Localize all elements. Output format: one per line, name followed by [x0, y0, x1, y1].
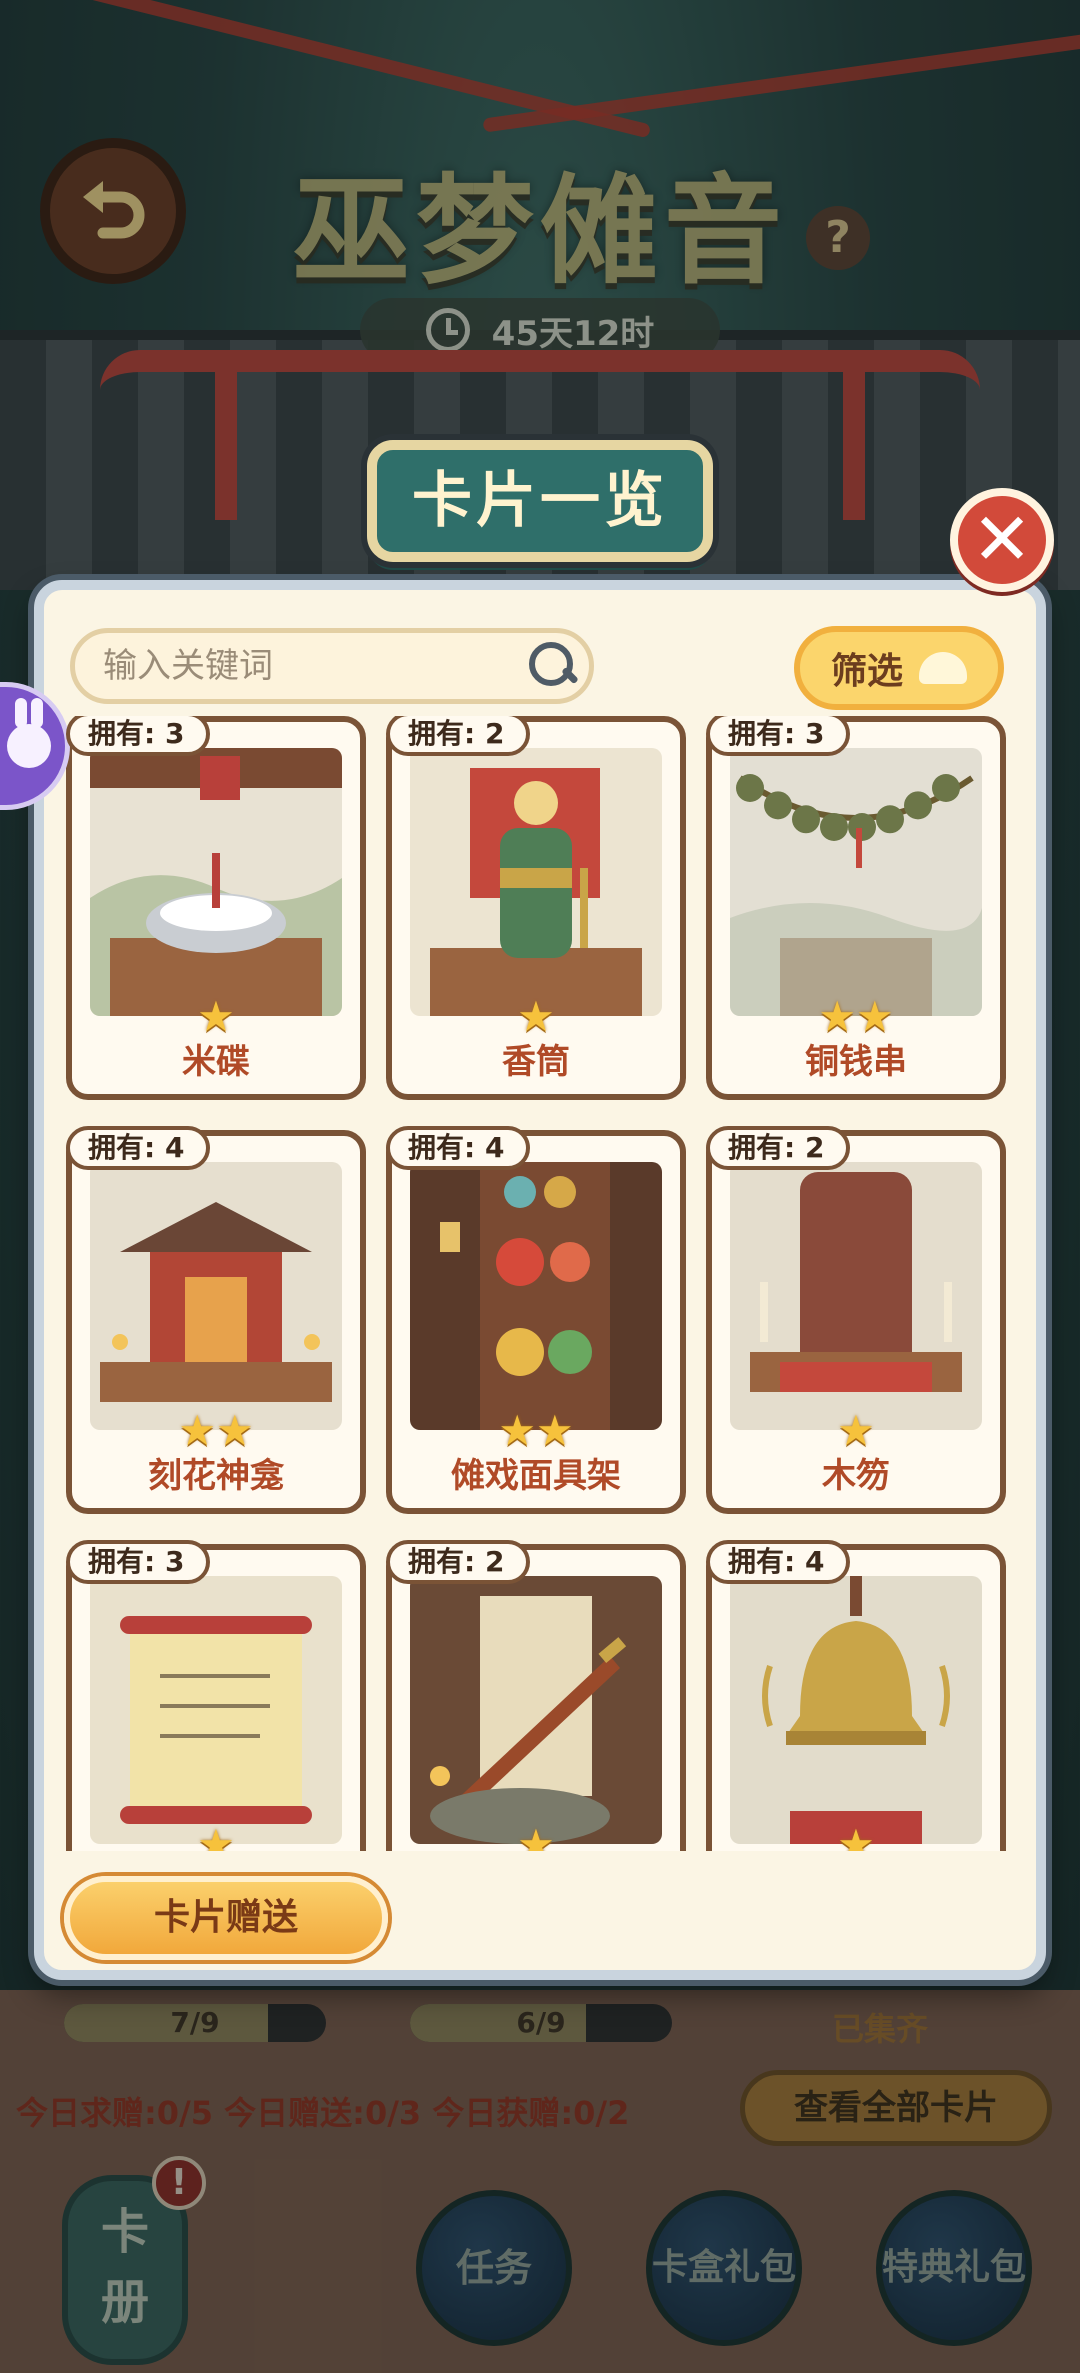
card-art: [90, 748, 342, 1016]
filter-button[interactable]: 筛选: [794, 626, 1004, 710]
collection-card[interactable]: 拥有: 3 ★: [66, 1540, 366, 1851]
card-name: 傩戏面具架: [451, 1456, 621, 1496]
owned-count-badge: 拥有: 2: [706, 1126, 851, 1170]
bell-image: [730, 1576, 982, 1844]
star-rating: ★★: [818, 992, 894, 1041]
card-art: [730, 1576, 982, 1844]
star-rating: ★: [197, 992, 235, 1041]
card-art: [730, 1162, 982, 1430]
card-name: 米碟: [182, 1042, 250, 1082]
gift-card-button[interactable]: 卡片赠送: [64, 1876, 388, 1960]
owned-count-badge: 拥有: 3: [706, 716, 851, 756]
cloud-caret-icon: [919, 652, 967, 684]
card-art: [410, 1576, 662, 1844]
close-button[interactable]: ✕: [950, 488, 1054, 592]
card-name: 刻花神龛: [148, 1456, 284, 1496]
rice-bowl-image: [90, 748, 342, 1016]
owned-count-badge: 拥有: 4: [386, 1126, 531, 1170]
star-rating: ★★: [498, 1406, 574, 1455]
search-icon[interactable]: [527, 640, 573, 692]
card-name: 香筒: [502, 1042, 570, 1082]
star-rating: ★★: [178, 1406, 254, 1455]
collection-card[interactable]: 拥有: 3 ★★ 铜钱串: [706, 716, 1006, 1100]
card-art: [90, 1162, 342, 1430]
modal-title: 卡片一览: [367, 440, 713, 562]
coin-string-image: [730, 748, 982, 1016]
card-art: [90, 1576, 342, 1844]
card-art: [410, 1162, 662, 1430]
owned-count-badge: 拥有: 3: [66, 1540, 211, 1584]
collection-card[interactable]: 拥有: 3 ★ 米碟: [66, 716, 366, 1100]
card-grid-viewport[interactable]: 拥有: 3 ★ 米碟 拥有: 2 ★ 香筒 拥有: 3 ★★ 铜钱串 拥有: 4 ★★ 刻花神龛 拥有:…: [66, 716, 1016, 1851]
collection-card[interactable]: 拥有: 2 ★ 木笏: [706, 1126, 1006, 1514]
mask-rack-image: [410, 1162, 662, 1430]
owned-count-badge: 拥有: 2: [386, 716, 531, 756]
filter-label: 筛选: [830, 651, 903, 692]
sword-image: [410, 1576, 662, 1844]
owned-count-badge: 拥有: 4: [706, 1540, 851, 1584]
owned-count-badge: 拥有: 2: [386, 1540, 531, 1584]
collection-card[interactable]: 拥有: 2 ★ 香筒: [386, 716, 686, 1100]
star-rating: ★: [837, 1406, 875, 1455]
star-rating: ★: [837, 1820, 875, 1851]
scroll-image: [90, 1576, 342, 1844]
card-art: [410, 748, 662, 1016]
search-input[interactable]: [103, 646, 527, 686]
card-art: [730, 748, 982, 1016]
card-grid: 拥有: 3 ★ 米碟 拥有: 2 ★ 香筒 拥有: 3 ★★ 铜钱串 拥有: 4 ★★ 刻花神龛 拥有:…: [66, 716, 1016, 1851]
search-field[interactable]: [70, 628, 594, 704]
collection-card[interactable]: 拥有: 4 ★★ 刻花神龛: [66, 1126, 366, 1514]
incense-tube-image: [410, 748, 662, 1016]
card-name: 木笏: [822, 1456, 890, 1496]
collection-card[interactable]: 拥有: 4 ★★ 傩戏面具架: [386, 1126, 686, 1514]
star-rating: ★: [517, 1820, 555, 1851]
shrine-image: [90, 1162, 342, 1430]
star-rating: ★: [517, 992, 555, 1041]
owned-count-badge: 拥有: 3: [66, 716, 211, 756]
collection-card[interactable]: 拥有: 4 ★: [706, 1540, 1006, 1851]
collection-card[interactable]: 拥有: 2 ★: [386, 1540, 686, 1851]
card-name: 铜钱串: [805, 1042, 907, 1082]
bunny-icon: [7, 698, 51, 768]
wooden-tablet-image: [730, 1162, 982, 1430]
owned-count-badge: 拥有: 4: [66, 1126, 211, 1170]
star-rating: ★: [197, 1820, 235, 1851]
